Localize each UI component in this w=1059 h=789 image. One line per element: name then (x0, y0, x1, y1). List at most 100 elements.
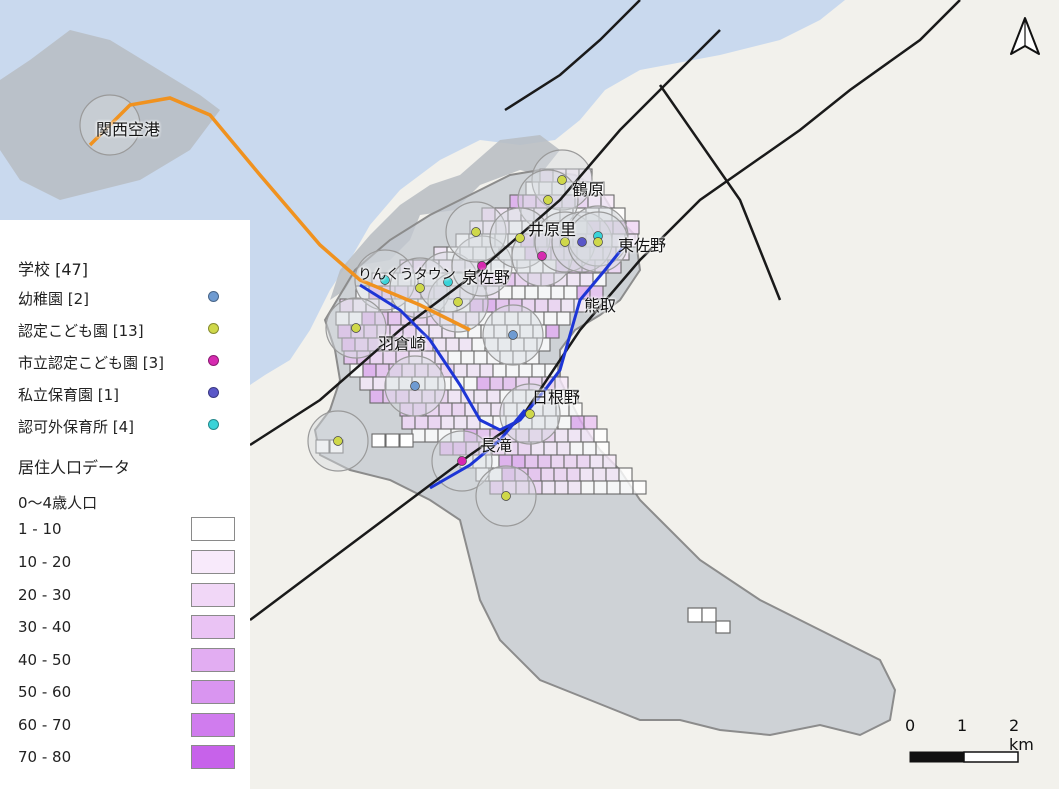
grid-cell (473, 350, 488, 365)
legend-class-4-swatch (191, 615, 235, 639)
grid-cell (579, 272, 594, 287)
label-nagataki: 長滝 (480, 436, 513, 455)
legend-kindergarten-label: 幼稚園 [2] (18, 290, 90, 308)
grid-cell (545, 324, 560, 339)
grid-cell (556, 441, 571, 456)
grid-cell (476, 376, 491, 391)
legend-municipal-center-dot (208, 355, 219, 366)
grid-cell (563, 285, 578, 300)
label-tsuruhara: 鶴原 (572, 180, 605, 199)
scale-bar: 0 1 2 km (905, 716, 1034, 776)
grid-cell (593, 480, 608, 495)
school-point (501, 491, 511, 501)
grid-cell (550, 454, 565, 469)
grid-cell (447, 389, 462, 404)
legend-unlicensed-nursery-dot (208, 419, 219, 430)
grid-cell (453, 415, 468, 430)
grid-cell (460, 350, 475, 365)
grid-cell (582, 441, 597, 456)
scale-tick-1: 1 (957, 716, 968, 735)
label-higashi-sano: 東佐野 (618, 236, 667, 255)
map-legend: 学校 [47] 幼稚園 [2] 認定こども園 [13] 市立認定こども園 [3]… (0, 220, 250, 789)
grid-cell (445, 337, 460, 352)
grid-cell (595, 441, 610, 456)
legend-private-nursery-dot (208, 387, 219, 398)
grid-cell (428, 324, 443, 339)
grid-cell (592, 467, 607, 482)
grid-cell (414, 415, 429, 430)
legend-class-4-label: 30 - 40 (18, 618, 72, 636)
grid-cell (411, 428, 426, 443)
grid-cell (580, 428, 595, 443)
grid-cell (618, 467, 633, 482)
grid-cell (518, 363, 533, 378)
legend-class-5-label: 40 - 50 (18, 651, 72, 669)
legend-class-8-swatch (191, 745, 235, 769)
label-kansai-airport: 関西空港 (96, 120, 161, 139)
school-point (557, 175, 567, 185)
legend-class-7-label: 60 - 70 (18, 716, 72, 734)
label-kumatori: 熊取 (584, 296, 617, 315)
scale-bar-graphic (909, 751, 1019, 763)
school-point (525, 409, 535, 419)
school-point (410, 381, 420, 391)
legend-certified-center-dot (208, 323, 219, 334)
grid-cell (553, 467, 568, 482)
legend-class-6-swatch (191, 680, 235, 704)
grid-cell (632, 480, 647, 495)
school-point (351, 323, 361, 333)
label-izumisano: 泉佐野 (462, 268, 511, 287)
grid-cell (524, 285, 539, 300)
grid-cell (424, 428, 439, 443)
legend-schools-header: 学校 [47] (18, 260, 88, 279)
legend-class-2-swatch (191, 550, 235, 574)
grid-cell (583, 415, 598, 430)
school-point (593, 237, 603, 247)
grid-cell (489, 376, 504, 391)
grid-cell (567, 428, 582, 443)
grid-cell (566, 467, 581, 482)
grid-cell (576, 454, 591, 469)
grid-cell (537, 454, 552, 469)
legend-class-1-swatch (191, 517, 235, 541)
grid-cell (453, 363, 468, 378)
grid-cell (543, 311, 558, 326)
grid-cell (458, 337, 473, 352)
label-rinku-town: りんくうタウン (358, 267, 456, 283)
legend-class-3-label: 20 - 30 (18, 586, 72, 604)
legend-kindergarten-dot (208, 291, 219, 302)
legend-unlicensed-nursery-label: 認可外保育所 [4] (18, 418, 135, 436)
grid-cell (579, 467, 594, 482)
grid-cell (580, 480, 595, 495)
grid-cell (524, 454, 539, 469)
school-point (577, 237, 587, 247)
grid-cell (511, 454, 526, 469)
grid-cell (593, 428, 608, 443)
grid-cell (589, 454, 604, 469)
legend-municipal-center-label: 市立認定こども園 [3] (18, 354, 165, 372)
grid-cell (554, 480, 569, 495)
grid-cell (511, 285, 526, 300)
grid-cell (560, 298, 575, 313)
grid-cell (547, 298, 562, 313)
grid-cell (570, 415, 585, 430)
grid-cell (362, 363, 377, 378)
grid-cell (463, 376, 478, 391)
legend-certified-center-label: 認定こども園 [13] (18, 322, 144, 340)
grid-cell (537, 285, 552, 300)
grid-cell (534, 298, 549, 313)
grid-cell (369, 389, 384, 404)
north-arrow-icon (1010, 17, 1040, 55)
grid-cell (556, 311, 571, 326)
school-point (453, 297, 463, 307)
grid-cell (619, 480, 634, 495)
grid-cell (399, 433, 414, 448)
scale-tick-0: 0 (905, 716, 916, 735)
school-point (333, 436, 343, 446)
school-point (508, 330, 518, 340)
grid-cell (427, 415, 442, 430)
grid-cell (543, 441, 558, 456)
grid-cell (605, 467, 620, 482)
grid-cell (550, 285, 565, 300)
legend-class-1-label: 1 - 10 (18, 520, 62, 538)
